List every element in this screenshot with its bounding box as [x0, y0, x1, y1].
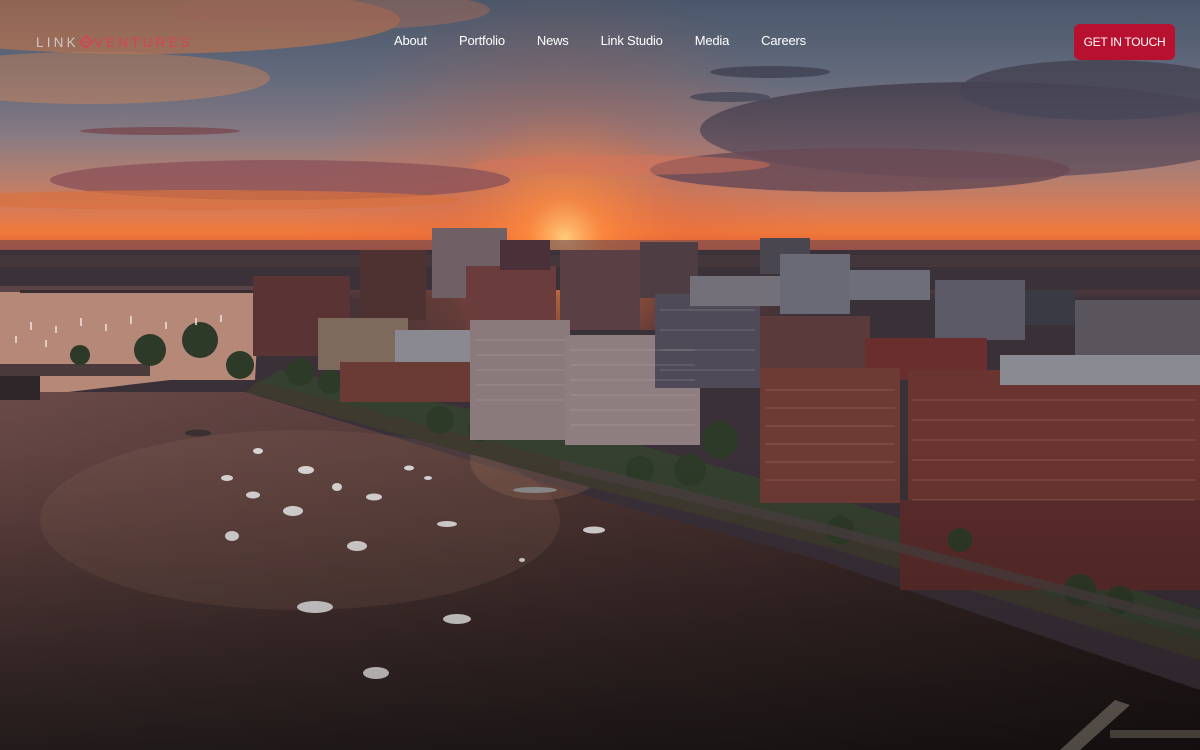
nav-item-portfolio[interactable]: Portfolio — [459, 33, 505, 48]
site-header: LINK VENTURES About Portfolio News Link … — [0, 0, 1200, 84]
logo-text-ventures: VENTURES — [93, 34, 193, 50]
logo-text-link: LINK — [36, 34, 79, 50]
hero-cityscape-illustration — [0, 0, 1200, 750]
logo-diamond-icon — [78, 35, 93, 49]
nav-item-careers[interactable]: Careers — [761, 33, 806, 48]
logo[interactable]: LINK VENTURES — [36, 34, 193, 50]
nav-item-media[interactable]: Media — [695, 33, 730, 48]
get-in-touch-button[interactable]: GET IN TOUCH — [1074, 24, 1175, 60]
main-nav: About Portfolio News Link Studio Media C… — [394, 33, 838, 48]
nav-item-news[interactable]: News — [537, 33, 569, 48]
hero-background-image — [0, 0, 1200, 750]
nav-item-link-studio[interactable]: Link Studio — [601, 33, 663, 48]
nav-item-about[interactable]: About — [394, 33, 427, 48]
